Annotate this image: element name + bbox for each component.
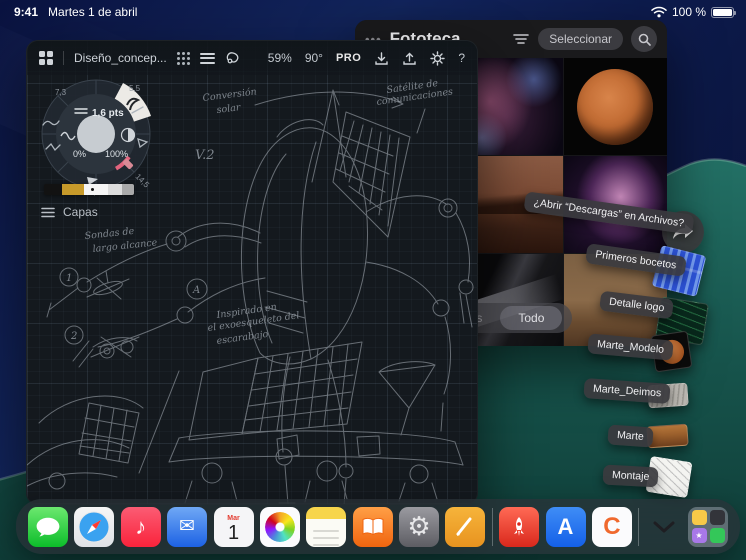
drag-item-label[interactable]: Montaje (602, 464, 659, 488)
pro-badge[interactable]: PRO (336, 52, 361, 64)
filter-icon[interactable] (512, 32, 530, 46)
dial-value: 5,5 (129, 84, 141, 93)
marker-a: A (192, 285, 200, 296)
date-label: Martes 1 de abril (48, 5, 138, 19)
hamburger-icon (41, 207, 55, 217)
app-library-mini-icon: ★ (691, 527, 707, 543)
dock-icon-creative-app[interactable]: C (591, 506, 632, 547)
app-library-mini-icon (709, 509, 725, 525)
gallery-icon[interactable] (39, 51, 53, 65)
opacity-min-label: 0% (73, 149, 86, 159)
export-icon[interactable] (402, 51, 417, 66)
rotation-angle[interactable]: 90° (305, 51, 323, 65)
pen-icon (456, 517, 472, 536)
annotation-version: V.2 (195, 148, 215, 163)
dial-value: 7,3 (55, 88, 67, 97)
dock-icon-drawing[interactable] (445, 506, 486, 547)
drag-item-label[interactable]: Marte (607, 424, 654, 448)
dock-icon-messages[interactable] (28, 506, 68, 547)
dock-icon-photos[interactable] (259, 506, 300, 547)
dock-divider (638, 507, 640, 546)
open-book-icon (362, 517, 384, 535)
dock-icon-appstore[interactable]: A (545, 506, 586, 547)
swatch-white-selected[interactable] (84, 184, 108, 195)
drawing-app-window: Conversión solar Satélite de comunicacio… (26, 40, 478, 505)
precision-grid-icon[interactable] (176, 51, 190, 65)
swatch-black[interactable] (44, 184, 62, 195)
dock-icon-books[interactable] (352, 506, 393, 547)
dock-hide-chevron[interactable] (646, 507, 682, 547)
dock-icon-music[interactable]: ♪ (120, 506, 161, 547)
import-icon[interactable] (374, 51, 389, 66)
app-library-mini-icon (691, 509, 707, 525)
zoom-level[interactable]: 59% (268, 51, 292, 65)
swatch-gold[interactable] (62, 184, 84, 195)
app-library-mini-icon (709, 527, 725, 543)
photo-thumbnail-mars-planet[interactable] (563, 58, 667, 155)
dock-icon-rocket[interactable] (499, 506, 540, 547)
marker-1: 1 (66, 273, 72, 284)
swatch-gray[interactable] (122, 184, 134, 195)
dock-icon-mail[interactable]: ✉ (167, 506, 208, 547)
battery-icon (711, 6, 736, 18)
envelope-icon: ✉ (179, 516, 196, 537)
notes-lines-icon (313, 525, 340, 547)
dock: ♪ ✉ Mar 1 ⚙ A C ★ (16, 499, 740, 554)
dock-icon-settings[interactable]: ⚙ (399, 506, 439, 547)
dock-icon-notes[interactable] (306, 506, 347, 547)
select-button[interactable]: Seleccionar (538, 28, 623, 50)
swatch-lightgray[interactable] (108, 184, 122, 195)
help-button[interactable]: ? (458, 51, 465, 65)
clock: 9:41 (14, 5, 39, 19)
tab-todo[interactable]: Todo (500, 306, 563, 330)
status-bar: 9:41 Martes 1 de abril 100 % (0, 0, 746, 22)
svg-text:solar: solar (216, 102, 242, 116)
document-title[interactable]: Diseño_concep... (74, 51, 167, 65)
calendar-day: 1 (227, 521, 240, 544)
marker-2: 2 (70, 331, 77, 342)
annotation-conversion: Conversión (202, 86, 257, 104)
messages-bubble-icon (36, 517, 60, 536)
settings-gear-icon[interactable] (430, 50, 446, 66)
appstore-a-icon: A (557, 513, 574, 539)
wifi-icon (651, 6, 667, 18)
dock-icon-calendar[interactable]: Mar 1 (213, 506, 254, 547)
rocket-icon (514, 516, 525, 536)
tool-wheel[interactable]: 1,6 pts 0% 100% 7,3 5,5 6,9 14,5 (31, 69, 161, 199)
color-swatch-bar[interactable] (44, 184, 134, 195)
dial-value: 14,5 (134, 172, 152, 190)
battery-percent: 100 % (671, 5, 706, 19)
photos-flower-icon (264, 511, 295, 542)
gear-icon: ⚙ (407, 511, 431, 541)
layers-label: Capas (63, 205, 98, 219)
search-button[interactable] (631, 26, 657, 52)
layers-button[interactable]: Capas (35, 201, 104, 223)
layers-panel-icon[interactable] (199, 50, 215, 66)
dock-icon-app-library[interactable]: ★ (688, 506, 728, 547)
safari-compass-icon (78, 511, 110, 542)
dock-divider (491, 507, 493, 546)
stroke-size-label: 1,6 pts (92, 108, 124, 119)
dock-icon-safari[interactable] (74, 506, 115, 547)
c-logo-icon: C (603, 512, 621, 540)
ipad-screen: 9:41 Martes 1 de abril 100 % ••• Fototec… (0, 0, 746, 560)
music-note-icon: ♪ (135, 513, 147, 539)
wheel-center-button (77, 115, 115, 153)
chevron-down-icon (653, 521, 675, 532)
opacity-max-label: 100% (105, 149, 128, 159)
search-icon (638, 33, 651, 46)
selection-tool-icon[interactable] (225, 50, 241, 66)
